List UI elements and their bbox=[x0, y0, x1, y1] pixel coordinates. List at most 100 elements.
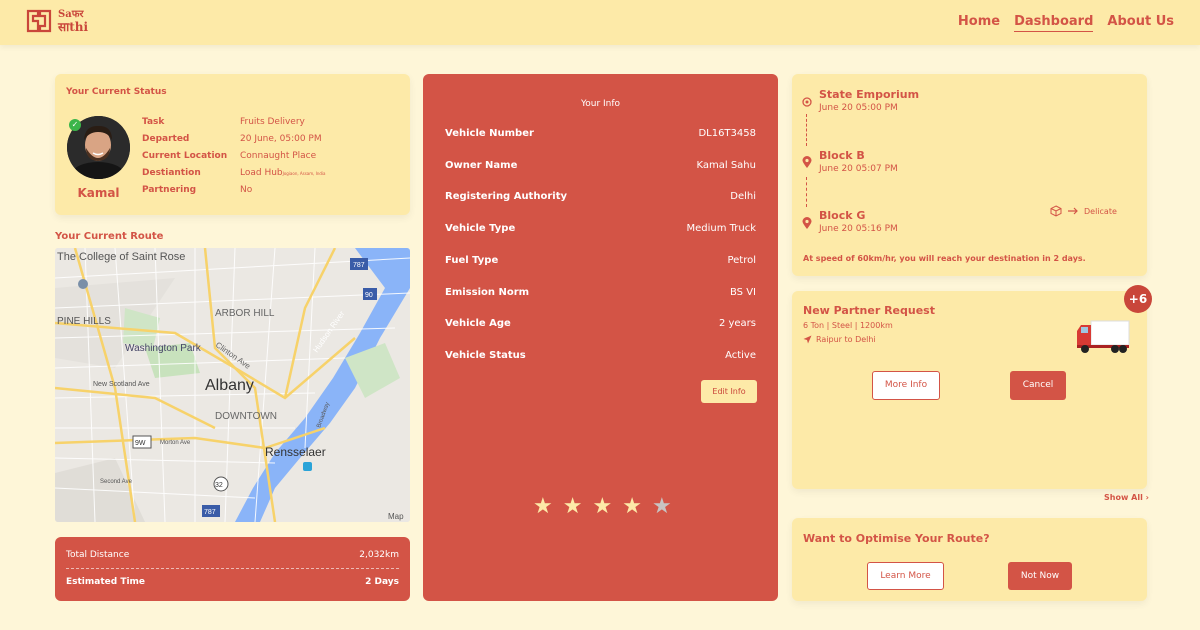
info-value: Petrol bbox=[727, 255, 756, 266]
distance-card: Total Distance 2,032km Estimated Time 2 Da… bbox=[55, 537, 410, 601]
info-value: Medium Truck bbox=[686, 223, 756, 234]
status-value: Fruits Delivery bbox=[240, 117, 305, 127]
status-key: Task bbox=[142, 117, 165, 127]
optimise-route-card: Want to Optimise Your Route? Learn More … bbox=[792, 518, 1147, 601]
svg-text:90: 90 bbox=[365, 292, 373, 299]
status-key: Departed bbox=[142, 134, 190, 144]
info-value: Delhi bbox=[730, 191, 756, 202]
learn-more-button[interactable]: Learn More bbox=[867, 562, 944, 590]
estimated-time-value: 2 Days bbox=[365, 577, 399, 587]
svg-text:9W: 9W bbox=[135, 440, 146, 447]
info-value: 2 years bbox=[718, 318, 756, 329]
partner-route: Raipur to Delhi bbox=[803, 335, 876, 344]
info-value: Active bbox=[725, 350, 756, 361]
trip-stops-card: State Emporium June 20 05:00 PM Block B Ju… bbox=[792, 74, 1147, 276]
status-value: 20 June, 05:00 PM bbox=[240, 134, 322, 144]
map-label: New Scotland Ave bbox=[93, 381, 150, 388]
info-row: Vehicle Number DL16T3458 bbox=[445, 128, 756, 139]
stop-time: June 20 05:00 PM bbox=[819, 103, 898, 113]
highway-shield-icon: 787 bbox=[202, 505, 220, 517]
logo-mark-icon bbox=[26, 9, 52, 33]
status-title: Your Current Status bbox=[66, 87, 167, 97]
star-icon[interactable]: ★ bbox=[652, 494, 672, 519]
info-row: Vehicle Status Active bbox=[445, 350, 756, 361]
info-key: Vehicle Type bbox=[445, 223, 516, 234]
info-value: Kamal Sahu bbox=[696, 160, 757, 171]
svg-text:787: 787 bbox=[353, 262, 365, 269]
partner-route-text: Raipur to Delhi bbox=[816, 335, 876, 344]
nav-links: Home Dashboard About Us bbox=[958, 14, 1174, 32]
stop-time: June 20 05:07 PM bbox=[819, 164, 898, 174]
trip-stop: Block B June 20 05:07 PM bbox=[819, 149, 898, 174]
cargo-label: Delicate bbox=[1084, 206, 1117, 216]
partner-title: New Partner Request bbox=[803, 304, 935, 317]
more-info-button[interactable]: More Info bbox=[872, 371, 940, 400]
optimise-title: Want to Optimise Your Route? bbox=[803, 532, 990, 545]
map-label: Morton Ave bbox=[160, 440, 191, 446]
partner-request-card: New Partner Request 6 Ton | Steel | 1200… bbox=[792, 291, 1147, 489]
info-title: Your Info bbox=[580, 99, 621, 109]
star-icon[interactable]: ★ bbox=[622, 494, 642, 519]
nav-dashboard[interactable]: Dashboard bbox=[1014, 14, 1094, 32]
map-label: PINE HILLS bbox=[57, 316, 111, 327]
edit-info-button[interactable]: Edit Info bbox=[701, 380, 757, 403]
trip-stop: Block G June 20 05:16 PM bbox=[819, 209, 898, 234]
brand-line2: साthi bbox=[58, 20, 89, 34]
route-dash bbox=[806, 114, 807, 146]
svg-text:787: 787 bbox=[204, 509, 216, 516]
stop-time: June 20 05:16 PM bbox=[819, 224, 898, 234]
arrow-right-icon bbox=[1068, 207, 1078, 215]
status-key: Partnering bbox=[142, 185, 197, 195]
location-pin-icon bbox=[802, 217, 812, 229]
highway-shield-icon: 9W bbox=[132, 435, 152, 449]
status-row: Destiantion Load HubJogiaon, Assam, India bbox=[142, 168, 326, 178]
not-now-button[interactable]: Not Now bbox=[1008, 562, 1072, 590]
eta-note: At speed of 60km/hr, you will reach your… bbox=[803, 254, 1086, 263]
driver-name: Kamal bbox=[77, 186, 120, 200]
star-icon[interactable]: ★ bbox=[563, 494, 583, 519]
info-row: Owner Name Kamal Sahu bbox=[445, 160, 756, 171]
rating-stars[interactable]: ★ ★ ★ ★ ★ bbox=[533, 494, 672, 519]
star-icon[interactable]: ★ bbox=[533, 494, 553, 519]
show-all-link[interactable]: Show All › bbox=[1104, 493, 1149, 502]
map-attribution: Map bbox=[388, 512, 404, 521]
info-row: Emission Norm BS VI bbox=[445, 287, 756, 298]
trip-stop: State Emporium June 20 05:00 PM bbox=[819, 88, 919, 113]
start-target-icon bbox=[802, 97, 812, 107]
stop-name: State Emporium bbox=[819, 88, 920, 101]
map-label: ARBOR HILL bbox=[215, 308, 275, 319]
route-map[interactable]: The College of Saint Rose PINE HILLS ARB… bbox=[55, 248, 410, 522]
status-row: Partnering No bbox=[142, 185, 252, 195]
status-row: Departed 20 June, 05:00 PM bbox=[142, 134, 322, 144]
status-value: No bbox=[240, 185, 253, 195]
current-status-card: Your Current Status ✓ Kamal Task Fruits D… bbox=[55, 74, 410, 215]
transit-icon bbox=[303, 462, 312, 471]
highway-shield-icon: 32 bbox=[213, 476, 229, 492]
total-distance-row: Total Distance 2,032km bbox=[66, 550, 399, 560]
status-key: Current Location bbox=[142, 151, 228, 161]
nav-about-us[interactable]: About Us bbox=[1107, 14, 1174, 32]
route-dash bbox=[806, 177, 807, 207]
info-key: Emission Norm bbox=[445, 287, 530, 298]
cancel-button[interactable]: Cancel bbox=[1010, 371, 1066, 400]
top-navbar: Saफर साthi Home Dashboard About Us bbox=[0, 0, 1200, 45]
info-row: Vehicle Type Medium Truck bbox=[445, 223, 756, 234]
map-label: Rensselaer bbox=[265, 445, 326, 459]
total-distance-value: 2,032km bbox=[359, 550, 399, 560]
info-key: Vehicle Number bbox=[445, 128, 534, 139]
status-value: Load Hub bbox=[240, 168, 283, 178]
status-row: Current Location Connaught Place bbox=[142, 151, 316, 161]
verified-check-icon: ✓ bbox=[69, 119, 81, 131]
info-row: Vehicle Age 2 years bbox=[445, 318, 756, 329]
star-icon[interactable]: ★ bbox=[592, 494, 612, 519]
info-key: Registering Authority bbox=[445, 191, 567, 202]
info-key: Vehicle Age bbox=[445, 318, 511, 329]
cargo-tag: Delicate bbox=[1050, 205, 1117, 217]
info-key: Vehicle Status bbox=[445, 350, 526, 361]
nav-home[interactable]: Home bbox=[958, 14, 1000, 32]
navigation-arrow-icon bbox=[803, 335, 812, 344]
brand-logo[interactable]: Saफर साthi bbox=[26, 8, 88, 34]
info-key: Owner Name bbox=[445, 160, 518, 171]
divider bbox=[66, 568, 399, 569]
estimated-time-label: Estimated Time bbox=[66, 577, 146, 587]
